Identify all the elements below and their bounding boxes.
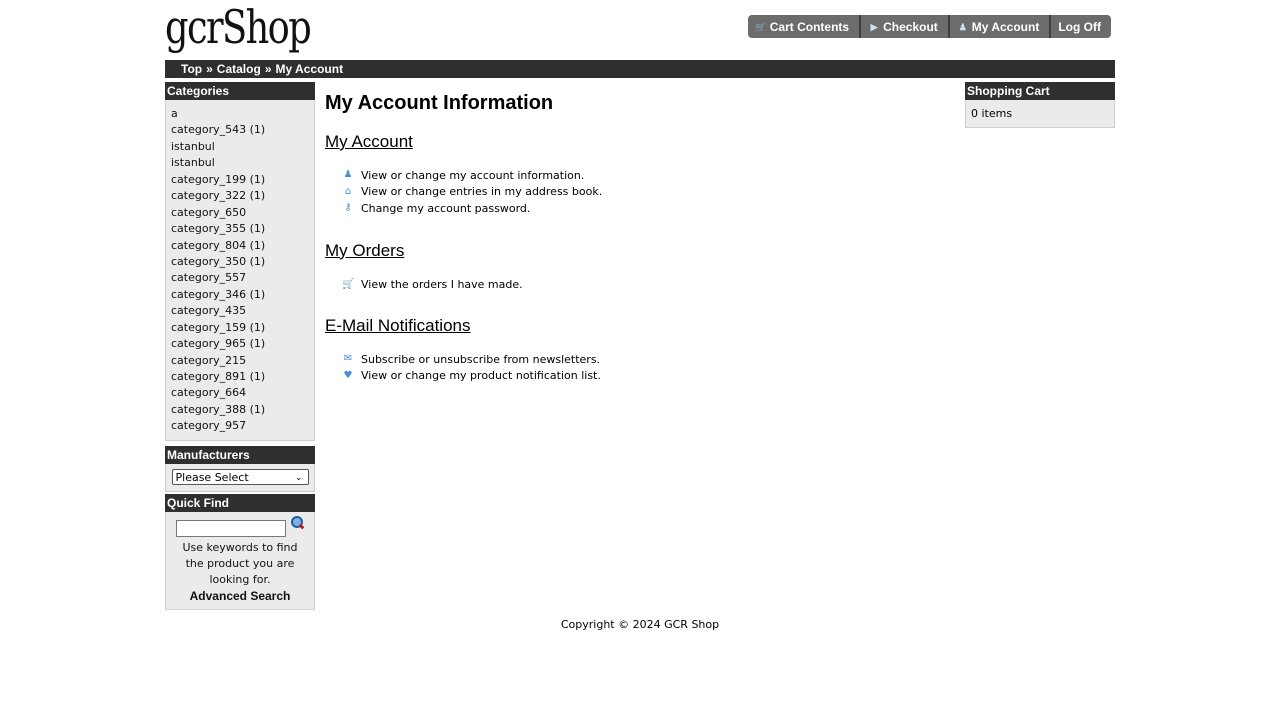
- cart-contents-button[interactable]: 🛒 Cart Contents: [747, 15, 860, 38]
- categories-heading: Categories: [165, 82, 315, 100]
- breadcrumb-catalog[interactable]: Catalog: [217, 60, 261, 78]
- category-item[interactable]: a: [171, 106, 314, 122]
- manufacturers-select[interactable]: Please Select ⌄: [171, 469, 309, 486]
- quick-find-row: [170, 515, 310, 537]
- breadcrumb-separator: »: [264, 62, 272, 76]
- checkout-label: Checkout: [883, 19, 938, 34]
- category-item[interactable]: category_350 (1): [171, 254, 314, 270]
- chevron-down-icon: ⌄: [294, 473, 303, 484]
- link-text: View or change entries in my address boo…: [361, 185, 603, 199]
- my-account-links: ♟ View or change my account information.…: [325, 167, 955, 217]
- my-account-label: My Account: [971, 19, 1040, 34]
- category-item[interactable]: category_557: [171, 270, 314, 286]
- category-item[interactable]: category_322 (1): [171, 188, 314, 204]
- quick-find-box: Use keywords to find the product you are…: [165, 511, 315, 610]
- breadcrumb-separator: »: [206, 62, 213, 76]
- category-item[interactable]: category_346 (1): [171, 287, 314, 303]
- main-content: My Account Information My Account ♟ View…: [325, 82, 955, 384]
- link-text: View the orders I have made.: [361, 278, 523, 292]
- breadcrumb-top[interactable]: Top: [181, 60, 202, 78]
- category-item[interactable]: category_159 (1): [171, 320, 314, 336]
- category-item[interactable]: category_199 (1): [171, 172, 314, 188]
- my-account-button[interactable]: ♟ My Account: [947, 15, 1050, 38]
- advanced-search-link[interactable]: Advanced Search: [170, 589, 310, 603]
- copyright: Copyright © 2024 GCR Shop: [560, 618, 720, 631]
- cart-contents-label: Cart Contents: [769, 19, 850, 34]
- cart-icon: 🛒: [755, 21, 767, 32]
- link-text: Subscribe or unsubscribe from newsletter…: [361, 352, 601, 366]
- category-item[interactable]: category_804 (1): [171, 238, 314, 254]
- category-item[interactable]: category_388 (1): [171, 402, 314, 418]
- categories-list: a category_543 (1) istanbul istanbul cat…: [165, 100, 315, 441]
- email-notifications-links: ✉ Subscribe or unsubscribe from newslett…: [325, 351, 955, 384]
- log-off-label: Log Off: [1058, 19, 1101, 34]
- arrow-right-icon: ▶: [870, 21, 878, 32]
- category-item[interactable]: category_650: [171, 205, 314, 221]
- category-item[interactable]: category_543 (1): [171, 122, 314, 138]
- page-wrapper: gcrShop 🛒 Cart Contents ▶ Checkout ♟ My …: [165, 0, 1115, 720]
- product-notifications-link[interactable]: ♥ View or change my product notification…: [325, 368, 955, 385]
- category-item[interactable]: category_355 (1): [171, 221, 314, 237]
- link-text: View or change my account information.: [361, 168, 585, 182]
- link-text: View or change my product notification l…: [361, 369, 601, 383]
- heart-icon: ♥: [343, 369, 353, 381]
- manufacturers-box: Please Select ⌄: [165, 463, 315, 492]
- envelope-icon: ✉: [343, 353, 353, 365]
- order-history-link[interactable]: 🛒 View the orders I have made.: [325, 277, 955, 294]
- site-logo[interactable]: gcrShop: [165, 4, 312, 50]
- search-icon[interactable]: [290, 515, 305, 530]
- cart-icon: 🛒: [342, 278, 355, 290]
- category-item[interactable]: istanbul: [171, 155, 314, 171]
- category-item[interactable]: category_435: [171, 303, 314, 319]
- left-column: Categories a category_543 (1) istanbul i…: [165, 82, 315, 610]
- header-nav: 🛒 Cart Contents ▶ Checkout ♟ My Account …: [747, 15, 1111, 38]
- shopping-cart-contents: 0 items: [965, 100, 1115, 128]
- my-orders-heading[interactable]: My Orders: [325, 241, 955, 261]
- change-password-link[interactable]: ⚷ Change my account password.: [325, 200, 955, 217]
- home-icon: ⌂: [344, 185, 352, 197]
- address-book-link[interactable]: ⌂ View or change entries in my address b…: [325, 184, 955, 201]
- quick-find-help: Use keywords to find the product you are…: [182, 540, 298, 586]
- email-notifications-heading[interactable]: E-Mail Notifications: [325, 316, 955, 336]
- category-item[interactable]: category_891 (1): [171, 369, 314, 385]
- my-orders-links: 🛒 View the orders I have made.: [325, 277, 955, 294]
- my-account-heading[interactable]: My Account: [325, 132, 955, 152]
- category-item[interactable]: category_965 (1): [171, 336, 314, 352]
- shopping-cart-heading[interactable]: Shopping Cart: [965, 82, 1115, 100]
- key-icon: ⚷: [344, 202, 352, 214]
- page-title: My Account Information: [325, 92, 554, 114]
- manufacturers-selected-value: Please Select: [175, 471, 249, 485]
- manufacturers-heading: Manufacturers: [165, 445, 315, 464]
- log-off-button[interactable]: Log Off: [1049, 15, 1111, 38]
- category-item[interactable]: category_957: [171, 418, 314, 434]
- quick-find-heading: Quick Find: [165, 493, 315, 512]
- user-icon: ♟: [343, 169, 353, 181]
- account-info-link[interactable]: ♟ View or change my account information.: [325, 167, 955, 184]
- category-item[interactable]: category_215: [171, 353, 314, 369]
- newsletters-link[interactable]: ✉ Subscribe or unsubscribe from newslett…: [325, 351, 955, 368]
- breadcrumb-my-account[interactable]: My Account: [276, 60, 344, 78]
- breadcrumb: Top» Catalog» My Account: [165, 60, 1115, 78]
- checkout-button[interactable]: ▶ Checkout: [859, 15, 948, 38]
- quick-find-input[interactable]: [176, 519, 286, 537]
- category-item[interactable]: category_664: [171, 385, 314, 401]
- category-item[interactable]: istanbul: [171, 139, 314, 155]
- user-icon: ♟: [958, 21, 967, 32]
- link-text: Change my account password.: [361, 201, 531, 215]
- right-column: Shopping Cart 0 items: [965, 82, 1115, 128]
